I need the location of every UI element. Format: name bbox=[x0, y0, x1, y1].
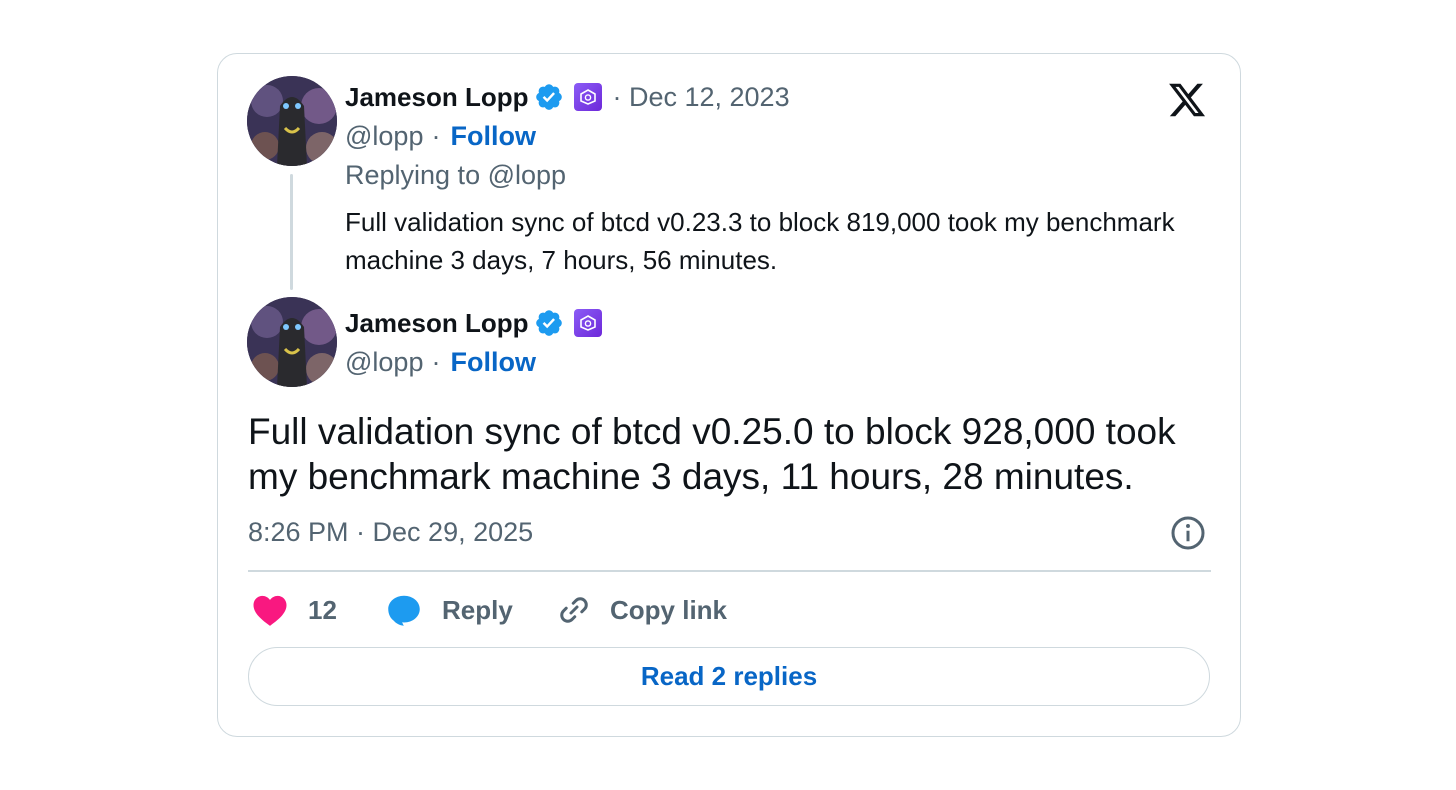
quoted-tweet-text: Full validation sync of btcd v0.23.3 to … bbox=[345, 207, 1175, 275]
main-tweet-text: Full validation sync of btcd v0.25.0 to … bbox=[248, 411, 1176, 497]
heart-icon bbox=[253, 595, 287, 626]
copy-link-label: Copy link bbox=[610, 594, 728, 625]
reply-button[interactable]: Reply bbox=[386, 588, 513, 632]
quoted-author-row: Jameson Lopp · Dec 12, 2023 bbox=[345, 80, 790, 114]
tweet-date[interactable]: · Dec 12, 2023 bbox=[612, 82, 789, 113]
affiliate-badge-icon bbox=[574, 309, 603, 337]
separator: · bbox=[431, 121, 441, 151]
separator: · bbox=[431, 347, 441, 377]
avatar[interactable] bbox=[247, 76, 337, 166]
affiliate-badge-icon bbox=[574, 83, 603, 111]
author-handle[interactable]: @lopp bbox=[345, 121, 423, 152]
read-replies-button[interactable]: Read 2 replies bbox=[248, 647, 1210, 706]
verified-badge-icon bbox=[536, 310, 563, 336]
tweet-timestamp[interactable]: 8:26 PM · Dec 29, 2025 bbox=[248, 517, 533, 548]
follow-link[interactable]: Follow bbox=[450, 347, 535, 378]
main-handle-row: @lopp · Follow bbox=[345, 347, 536, 378]
link-icon bbox=[560, 597, 588, 623]
author-name[interactable]: Jameson Lopp bbox=[345, 82, 528, 113]
like-count: 12 bbox=[308, 594, 337, 625]
verified-badge-icon bbox=[536, 84, 563, 110]
author-handle[interactable]: @lopp bbox=[345, 347, 423, 378]
info-icon[interactable] bbox=[1170, 515, 1206, 551]
avatar[interactable] bbox=[247, 297, 337, 387]
tweet-embed-card bbox=[217, 53, 1241, 737]
speech-bubble-icon bbox=[388, 595, 420, 626]
main-author-row: Jameson Lopp bbox=[345, 306, 603, 340]
divider bbox=[248, 570, 1211, 572]
like-button[interactable]: 12 bbox=[252, 588, 337, 632]
reply-label: Reply bbox=[442, 594, 513, 625]
replying-to[interactable]: Replying to @lopp bbox=[345, 160, 566, 191]
x-logo-icon[interactable] bbox=[1166, 80, 1208, 120]
follow-link[interactable]: Follow bbox=[450, 121, 535, 152]
copy-link-button[interactable]: Copy link bbox=[556, 588, 727, 632]
thread-connector bbox=[290, 174, 293, 290]
quoted-handle-row: @lopp · Follow bbox=[345, 121, 536, 152]
author-name[interactable]: Jameson Lopp bbox=[345, 308, 528, 339]
